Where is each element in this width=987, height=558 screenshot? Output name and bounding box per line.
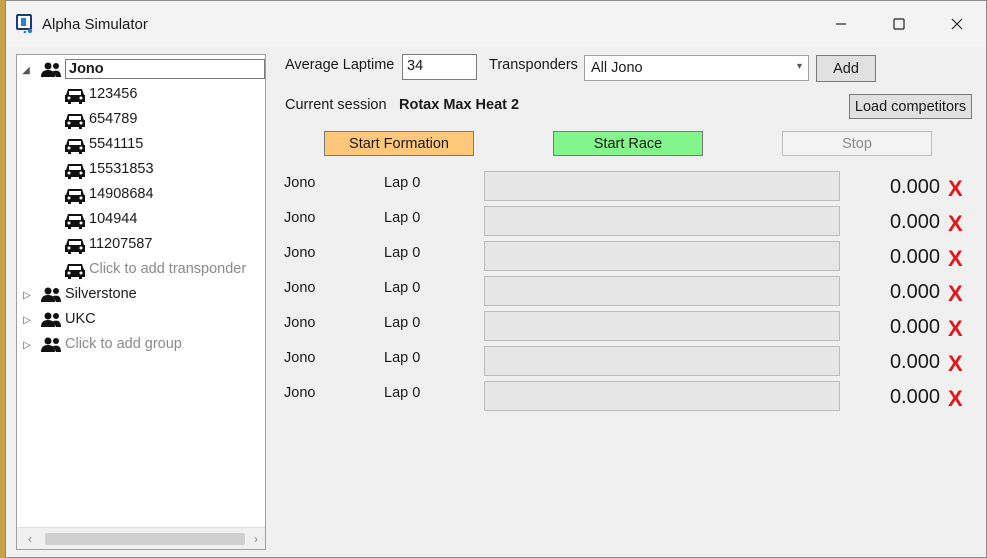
race-row: Jono Lap 0 0.000 X xyxy=(6,346,986,381)
race-row: Jono Lap 0 0.000 X xyxy=(6,206,986,241)
lap-progress-bar xyxy=(484,171,840,201)
stop-button[interactable]: Stop xyxy=(782,131,932,156)
car-icon xyxy=(65,89,85,104)
transponders-selected-value: All Jono xyxy=(591,60,643,76)
lap-count: Lap 0 xyxy=(384,245,421,261)
start-formation-button[interactable]: Start Formation xyxy=(324,131,474,156)
minimize-icon xyxy=(836,23,846,25)
lap-progress-bar xyxy=(484,206,840,236)
group-name-editor[interactable]: Jono xyxy=(65,59,265,79)
lap-progress-bar xyxy=(484,311,840,341)
lap-time: 0.000 xyxy=(889,211,940,233)
lap-time: 0.000 xyxy=(889,176,940,198)
lap-progress-bar xyxy=(484,241,840,271)
close-button[interactable] xyxy=(934,9,980,39)
lap-count: Lap 0 xyxy=(384,315,421,331)
minimize-button[interactable] xyxy=(818,9,864,39)
remove-competitor-button[interactable]: X xyxy=(948,211,963,237)
remove-competitor-button[interactable]: X xyxy=(948,351,963,377)
race-row: Jono Lap 0 0.000 X xyxy=(6,171,986,206)
car-icon xyxy=(65,139,85,154)
lap-progress-bar xyxy=(484,276,840,306)
load-competitors-button[interactable]: Load competitors xyxy=(849,94,972,119)
car-icon xyxy=(65,114,85,129)
lap-count: Lap 0 xyxy=(384,280,421,296)
lap-count: Lap 0 xyxy=(384,210,421,226)
close-icon xyxy=(951,18,963,30)
lap-progress-bar xyxy=(484,346,840,376)
avg-laptime-label: Average Laptime xyxy=(285,57,395,73)
race-row: Jono Lap 0 0.000 X xyxy=(6,311,986,346)
lap-count: Lap 0 xyxy=(384,175,421,191)
chevron-down-icon: ▾ xyxy=(796,61,802,72)
scroll-right-icon[interactable]: › xyxy=(249,531,263,547)
remove-competitor-button[interactable]: X xyxy=(948,316,963,342)
race-row: Jono Lap 0 0.000 X xyxy=(6,381,986,416)
title-bar: Alpha Simulator xyxy=(6,1,986,47)
maximize-button[interactable] xyxy=(876,9,922,39)
remove-competitor-button[interactable]: X xyxy=(948,281,963,307)
start-race-button[interactable]: Start Race xyxy=(553,131,703,156)
remove-competitor-button[interactable]: X xyxy=(948,176,963,202)
transponder-id: 123456 xyxy=(89,86,138,102)
remove-competitor-button[interactable]: X xyxy=(948,386,963,412)
competitor-name: Jono xyxy=(284,245,316,261)
remove-competitor-button[interactable]: X xyxy=(948,246,963,272)
race-row: Jono Lap 0 0.000 X xyxy=(6,241,986,276)
horizontal-scrollbar[interactable]: ‹ › xyxy=(17,527,265,549)
window-title: Alpha Simulator xyxy=(42,16,148,33)
lap-count: Lap 0 xyxy=(384,385,421,401)
expanded-arrow-icon[interactable]: ◢ xyxy=(20,64,32,76)
add-button[interactable]: Add xyxy=(816,55,876,82)
app-icon xyxy=(16,14,33,34)
transponder-id: 5541115 xyxy=(89,136,144,152)
competitor-name: Jono xyxy=(284,385,316,401)
competitor-name: Jono xyxy=(284,280,316,296)
lap-time: 0.000 xyxy=(889,386,940,408)
competitor-name: Jono xyxy=(284,175,316,191)
lap-time: 0.000 xyxy=(889,246,940,268)
lap-time: 0.000 xyxy=(889,351,940,373)
transponders-label: Transponders xyxy=(489,57,578,73)
current-session-value: Rotax Max Heat 2 xyxy=(399,97,520,113)
transponders-select[interactable]: All Jono ▾ xyxy=(584,55,809,81)
current-session-label: Current session xyxy=(285,97,387,113)
competitor-name: Jono xyxy=(284,210,316,226)
lap-time: 0.000 xyxy=(889,281,940,303)
lap-progress-bar xyxy=(484,381,840,411)
scrollbar-thumb[interactable] xyxy=(45,533,245,545)
competitor-name: Jono xyxy=(284,315,316,331)
maximize-icon xyxy=(893,18,905,30)
avg-laptime-input[interactable]: 34 xyxy=(402,54,477,80)
race-row: Jono Lap 0 0.000 X xyxy=(6,276,986,311)
group-icon xyxy=(41,62,61,77)
lap-count: Lap 0 xyxy=(384,350,421,366)
app-window: Alpha Simulator ◢ Jono 123456 654789 554… xyxy=(5,0,987,558)
competitor-name: Jono xyxy=(284,350,316,366)
scroll-left-icon[interactable]: ‹ xyxy=(23,531,37,547)
lap-time: 0.000 xyxy=(889,316,940,338)
transponder-id: 654789 xyxy=(89,111,138,127)
